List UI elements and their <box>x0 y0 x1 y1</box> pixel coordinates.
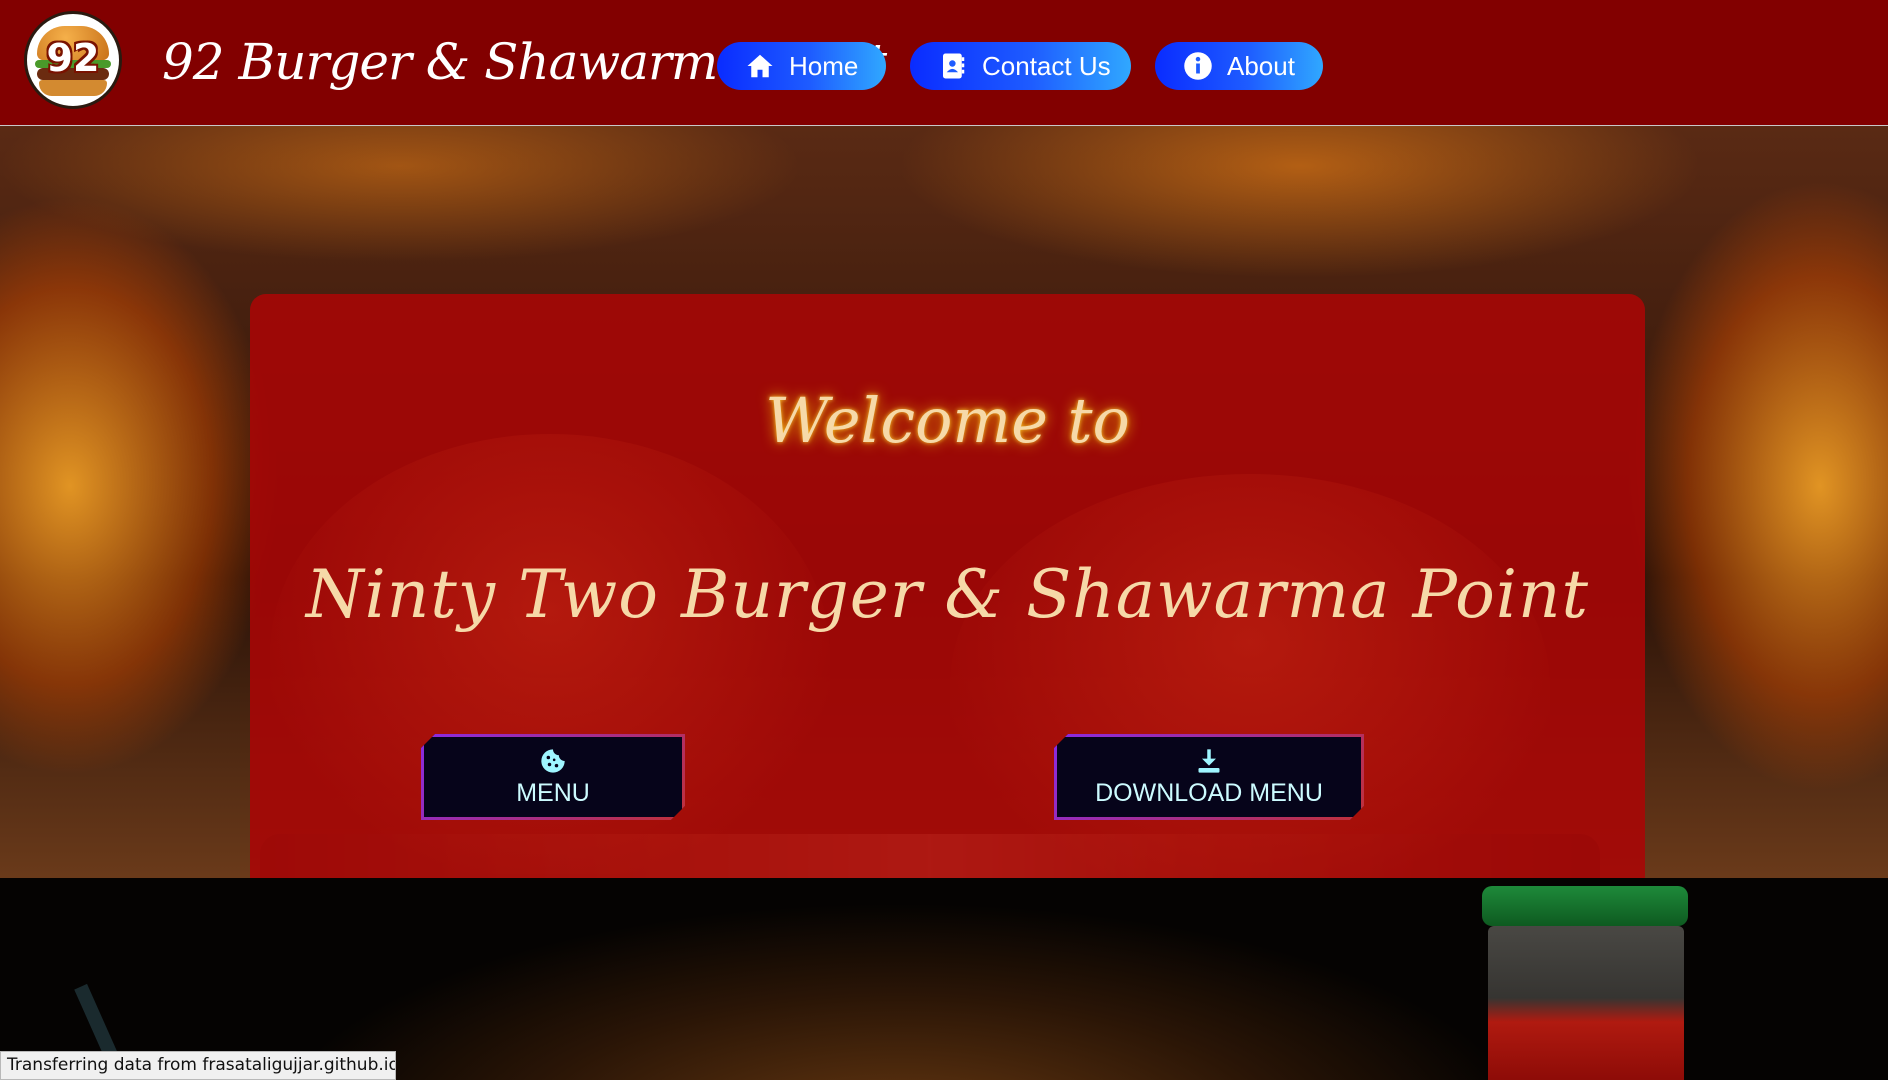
welcome-card: Welcome to Ninty Two Burger & Shawarma P… <box>250 294 1645 969</box>
logo-number: 92 <box>46 36 100 80</box>
nav-contact-button[interactable]: Contact Us <box>910 42 1131 90</box>
nav-about-label: About <box>1227 50 1295 81</box>
logo-bun-bottom <box>39 80 107 96</box>
menu-button-label: MENU <box>516 779 590 807</box>
burger-logo[interactable]: 92 <box>24 11 122 109</box>
download-menu-label: DOWNLOAD MENU <box>1095 779 1323 807</box>
browser-status-bar: Transferring data from frasataligujjar.g… <box>0 1051 396 1080</box>
hero-section: Welcome to Ninty Two Burger & Shawarma P… <box>0 126 1888 969</box>
nav-home-button[interactable]: Home <box>717 42 886 90</box>
cookie-icon <box>539 747 567 775</box>
menu-button[interactable]: MENU <box>421 734 685 820</box>
info-icon <box>1184 52 1212 80</box>
home-icon <box>747 54 773 78</box>
welcome-heading: Welcome to <box>765 384 1130 457</box>
card-burger-image <box>950 474 1550 894</box>
site-header: 92 92 Burger & Shawarma Point Home Conta… <box>0 0 1888 126</box>
restaurant-name: Ninty Two Burger & Shawarma Point <box>305 556 1590 633</box>
download-icon <box>1195 747 1223 775</box>
sauce-bottle-cap-image <box>1482 886 1688 926</box>
download-menu-button[interactable]: DOWNLOAD MENU <box>1054 734 1364 820</box>
contact-book-icon <box>943 53 965 79</box>
nav-contact-label: Contact Us <box>982 50 1111 81</box>
nav-home-label: Home <box>789 50 859 81</box>
nav-about-button[interactable]: About <box>1155 42 1323 90</box>
sauce-bottle-image <box>1488 926 1684 1080</box>
